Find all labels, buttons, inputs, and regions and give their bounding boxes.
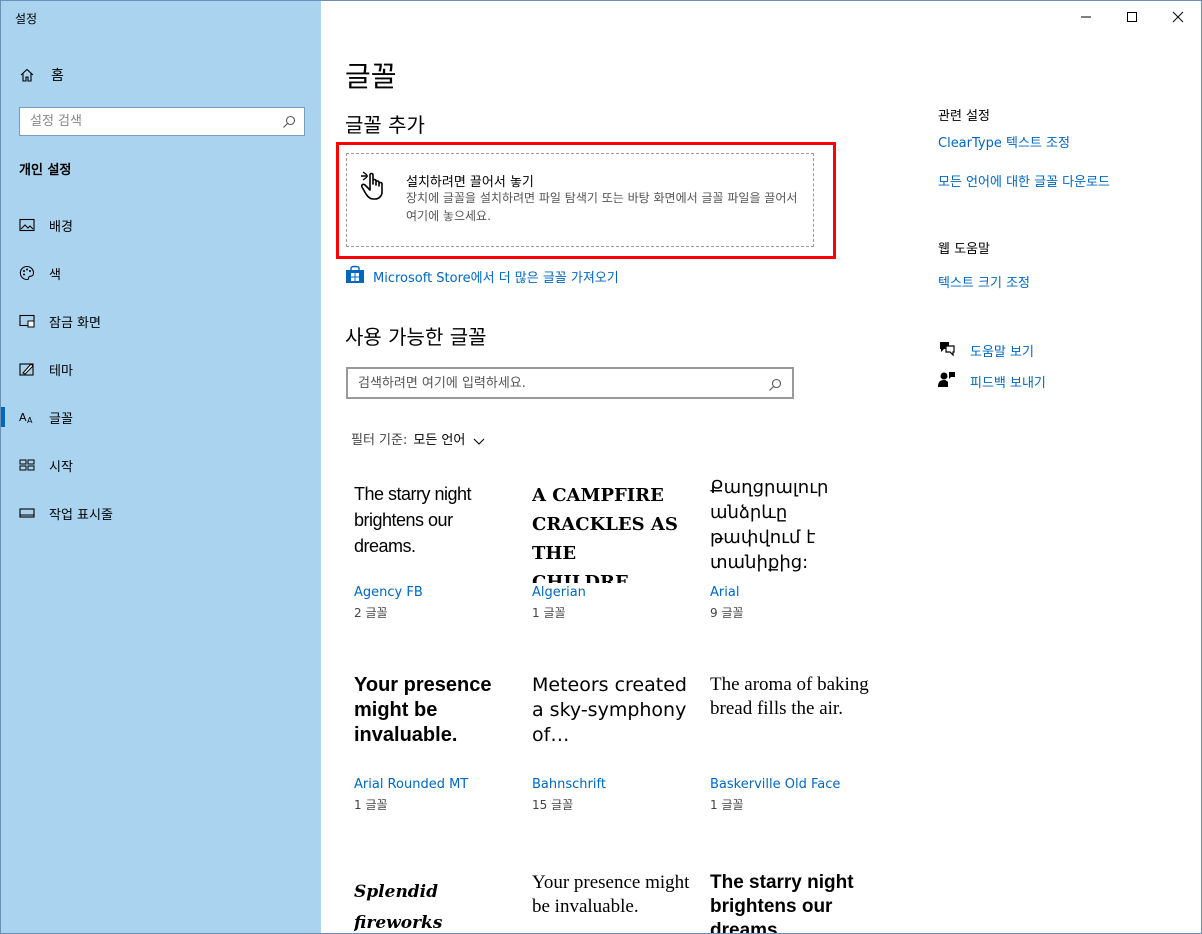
- font-sample: Your presence might be invaluable.: [532, 872, 690, 917]
- sidebar-item-label: 색: [49, 267, 61, 283]
- related-settings-heading: 관련 설정: [938, 109, 990, 124]
- add-fonts-heading: 글꼴 추가: [345, 113, 425, 137]
- font-sample: A CAMPFIRE CRACKLES AS THE CHILDRE…: [532, 485, 678, 583]
- font-count: 1 글꼴: [532, 606, 566, 620]
- svg-text:A: A: [19, 411, 27, 424]
- minimize-icon: [1081, 16, 1091, 18]
- font-search-input[interactable]: [348, 369, 748, 397]
- font-card-bahnschrift[interactable]: Meteors created a sky-symphony of… Bahns…: [532, 673, 692, 812]
- download-fonts-link[interactable]: 모든 언어에 대한 글꼴 다운로드: [938, 171, 1110, 190]
- available-fonts-heading: 사용 가능한 글꼴: [345, 325, 487, 349]
- font-sample: Splendid fireworks: [354, 882, 443, 933]
- font-name: Algerian: [532, 585, 586, 600]
- font-name: Arial: [710, 585, 740, 600]
- sidebar-item-label: 작업 표시줄: [49, 507, 113, 523]
- search-icon[interactable]: [282, 114, 296, 128]
- store-link-label[interactable]: Microsoft Store에서 더 많은 글꼴 가져오기: [373, 267, 619, 286]
- sidebar-item-start[interactable]: 시작: [1, 445, 321, 485]
- get-help-label: 도움말 보기: [970, 344, 1034, 360]
- store-icon: [345, 264, 365, 288]
- font-sample: Meteors created a sky-symphony of…: [532, 674, 687, 746]
- font-count: 1 글꼴: [710, 798, 744, 812]
- font-card-arial[interactable]: Քաղցրալուր անձրևը թափվում է տանիքից: Ari…: [710, 475, 870, 620]
- font-sample: The aroma of baking bread fills the air.: [710, 674, 869, 719]
- minimize-button[interactable]: [1063, 1, 1109, 33]
- close-icon: [1172, 11, 1184, 23]
- font-search[interactable]: [346, 367, 794, 399]
- chevron-down-icon[interactable]: [473, 435, 485, 445]
- sidebar-item-background[interactable]: 배경: [1, 205, 321, 245]
- font-count: 15 글꼴: [532, 798, 574, 812]
- language-filter[interactable]: 필터 기준: 모든 언어: [351, 429, 485, 448]
- svg-text:A: A: [27, 416, 33, 425]
- font-card-8[interactable]: Your presence might be invaluable.: [532, 871, 692, 933]
- sidebar-item-taskbar[interactable]: 작업 표시줄: [1, 493, 321, 533]
- font-card-algerian[interactable]: A CAMPFIRE CRACKLES AS THE CHILDRE… Alge…: [532, 481, 692, 620]
- sidebar-item-color[interactable]: 색: [1, 253, 321, 293]
- store-link[interactable]: Microsoft Store에서 더 많은 글꼴 가져오기: [345, 264, 619, 288]
- page-title: 글꼴: [345, 60, 397, 93]
- font-name: Arial Rounded MT: [354, 777, 469, 792]
- home-label: 홈: [51, 68, 64, 84]
- home-icon: [19, 67, 35, 83]
- maximize-button[interactable]: [1109, 1, 1155, 33]
- web-help-heading: 웹 도움말: [938, 242, 990, 257]
- window-title: 설정: [15, 12, 38, 26]
- filter-value[interactable]: 모든 언어: [413, 429, 465, 448]
- get-help-link[interactable]: 도움말 보기: [938, 339, 1034, 361]
- font-count: 9 글꼴: [710, 606, 744, 620]
- font-sample: Քաղցրալուր անձրևը թափվում է տանիքից:: [710, 477, 829, 573]
- text-size-link[interactable]: 텍스트 크기 조정: [938, 272, 1030, 291]
- sidebar-item-lock-screen[interactable]: 잠금 화면: [1, 301, 321, 341]
- font-name: Bahnschrift: [532, 777, 606, 792]
- send-feedback-label: 피드백 보내기: [970, 375, 1046, 391]
- font-count: 2 글꼴: [354, 606, 388, 620]
- sidebar-item-label: 글꼴: [49, 411, 73, 427]
- lock-screen-icon: [19, 313, 35, 329]
- drop-zone-description: 장치에 글꼴을 설치하려면 파일 탐색기 또는 바탕 화면에서 글꼴 파일을 끌…: [406, 191, 798, 223]
- home-nav-item[interactable]: 홈: [19, 65, 64, 85]
- search-icon[interactable]: [768, 377, 782, 391]
- taskbar-icon: [19, 505, 35, 521]
- settings-search-input[interactable]: [20, 108, 270, 135]
- drop-zone-title: 설치하려면 끌어서 놓기: [406, 175, 534, 190]
- font-sample: The starry night brightens our dreams.: [710, 872, 854, 934]
- hand-pointer-icon: [358, 168, 392, 202]
- font-card-baskerville-old-face[interactable]: The aroma of baking bread fills the air.…: [710, 673, 870, 812]
- feedback-icon: [938, 370, 956, 392]
- font-sample: Your presence might be invaluable.: [354, 674, 492, 746]
- maximize-icon: [1127, 12, 1137, 22]
- sidebar-item-label: 테마: [49, 363, 73, 379]
- sidebar-item-fonts[interactable]: AA 글꼴: [1, 397, 321, 437]
- send-feedback-link[interactable]: 피드백 보내기: [938, 370, 1046, 392]
- font-name: Agency FB: [354, 585, 423, 600]
- help-chat-icon: [938, 339, 956, 361]
- font-card-7[interactable]: Splendid fireworks: [354, 877, 514, 933]
- settings-search[interactable]: [19, 107, 305, 136]
- font-sample: The starry night brightens our dreams.: [354, 484, 472, 556]
- sidebar-item-label: 잠금 화면: [49, 315, 101, 331]
- close-button[interactable]: [1155, 1, 1201, 33]
- cleartype-link[interactable]: ClearType 텍스트 조정: [938, 132, 1070, 151]
- palette-icon: [19, 265, 35, 281]
- font-card-agency-fb[interactable]: The starry night brightens our dreams. A…: [354, 481, 514, 620]
- font-card-9[interactable]: The starry night brightens our dreams.: [710, 871, 870, 934]
- image-icon: [19, 217, 35, 233]
- font-count: 1 글꼴: [354, 798, 388, 812]
- font-card-arial-rounded-mt[interactable]: Your presence might be invaluable. Arial…: [354, 673, 514, 812]
- section-title: 개인 설정: [19, 163, 72, 178]
- start-icon: [19, 457, 35, 473]
- sidebar-item-label: 시작: [49, 459, 73, 475]
- settings-window: 설정 홈 개인 설정 배경 색: [0, 0, 1202, 934]
- font-icon: AA: [19, 409, 35, 425]
- sidebar: 설정 홈 개인 설정 배경 색: [1, 1, 321, 933]
- sidebar-item-themes[interactable]: 테마: [1, 349, 321, 389]
- filter-prefix: 필터 기준:: [351, 433, 408, 448]
- sidebar-item-label: 배경: [49, 219, 73, 235]
- theme-icon: [19, 361, 35, 377]
- font-name: Baskerville Old Face: [710, 777, 841, 792]
